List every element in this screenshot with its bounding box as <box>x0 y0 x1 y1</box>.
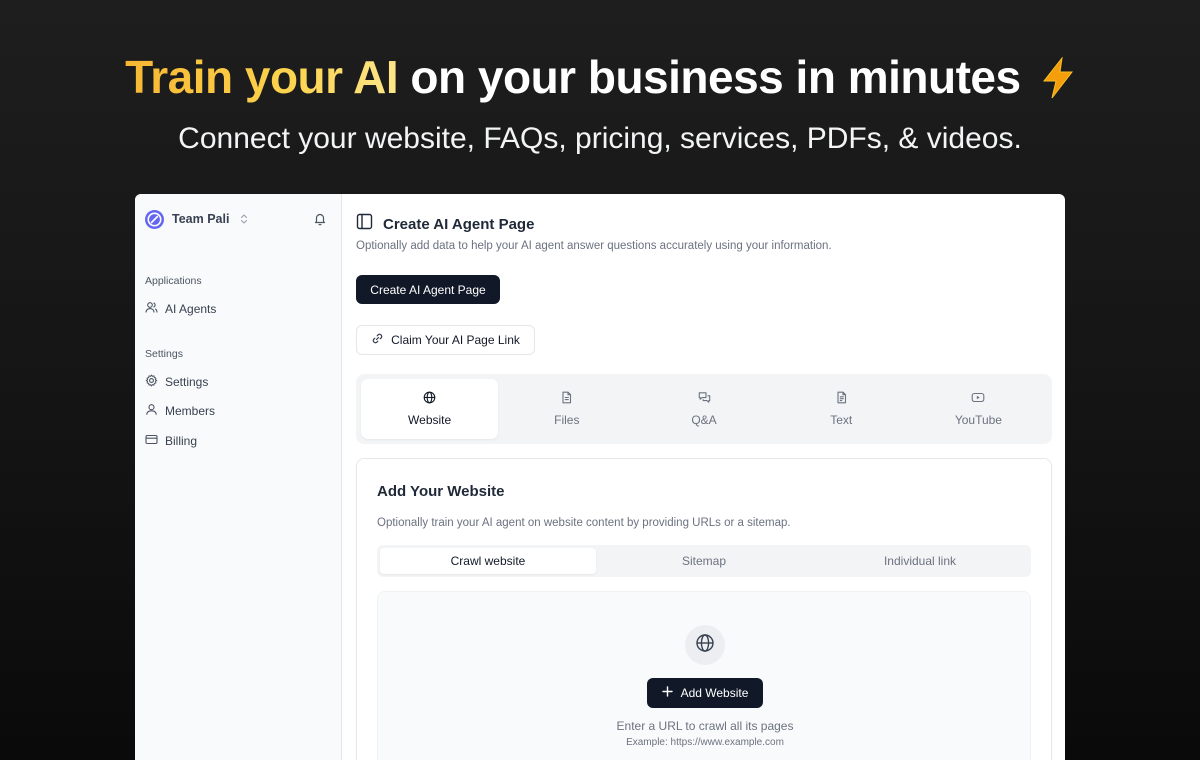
text-file-icon <box>835 391 848 413</box>
create-ai-agent-page-button[interactable]: Create AI Agent Page <box>356 275 500 304</box>
sidebar-group-applications: Applications <box>145 275 202 287</box>
tab-qa[interactable]: Q&A <box>635 379 772 439</box>
subtab-crawl-website[interactable]: Crawl website <box>380 548 596 574</box>
sidebar-item-settings[interactable]: Settings <box>145 374 208 390</box>
website-mode-tabs: Crawl website Sitemap Individual link <box>377 545 1031 577</box>
sidebar-group-settings: Settings <box>145 348 183 360</box>
source-tabs: Website Files Q&A Text YouTube <box>356 374 1052 444</box>
crawl-dropzone: Add Website Enter a URL to crawl all its… <box>377 591 1031 760</box>
youtube-icon <box>971 391 985 413</box>
plus-icon <box>661 686 681 700</box>
sidebar-toggle-icon[interactable] <box>356 213 373 235</box>
sidebar-item-label: Members <box>165 404 216 418</box>
bell-icon[interactable] <box>313 212 327 226</box>
add-website-card: Add Your Website Optionally train your A… <box>356 458 1052 760</box>
crawl-hint: Enter a URL to crawl all its pages <box>616 719 794 733</box>
tab-label: Text <box>830 413 853 427</box>
add-website-label: Add Website <box>680 686 749 700</box>
chevron-up-down-icon <box>239 213 249 225</box>
tab-label: Q&A <box>691 413 717 427</box>
main-content: Create AI Agent Page Optionally add data… <box>342 194 1065 760</box>
subtab-sitemap[interactable]: Sitemap <box>596 548 812 574</box>
team-name: Team Pali <box>172 212 230 226</box>
globe-icon <box>695 633 715 658</box>
credit-card-icon <box>145 433 165 449</box>
sidebar-item-billing[interactable]: Billing <box>145 433 197 449</box>
file-icon <box>560 391 573 413</box>
card-title: Add Your Website <box>377 483 505 500</box>
users-icon <box>145 301 165 317</box>
page-description: Optionally add data to help your AI agen… <box>356 240 832 252</box>
card-description: Optionally train your AI agent on websit… <box>377 517 791 529</box>
chat-icon <box>698 391 711 413</box>
sidebar-item-label: Settings <box>165 375 209 389</box>
subtab-individual-link[interactable]: Individual link <box>812 548 1028 574</box>
sidebar-item-label: AI Agents <box>165 302 217 316</box>
team-logo-icon <box>145 209 164 229</box>
tab-label: Website <box>408 413 452 427</box>
sidebar-item-label: Billing <box>165 434 198 448</box>
crawl-example: Example: https://www.example.com <box>626 737 784 748</box>
claim-button-label: Claim Your AI Page Link <box>391 333 520 347</box>
page-title: Create AI Agent Page <box>383 215 535 233</box>
tab-website[interactable]: Website <box>361 379 499 439</box>
hero-title-accent: Train your AI <box>125 51 399 103</box>
app-window: Team Pali Applications AI Agents Setting… <box>135 194 1065 760</box>
user-icon <box>145 403 165 419</box>
team-switcher[interactable]: Team Pali <box>145 209 327 229</box>
link-icon <box>371 332 391 348</box>
tab-label: Files <box>554 413 580 427</box>
tab-label: YouTube <box>954 413 1002 427</box>
tab-text[interactable]: Text <box>773 379 910 439</box>
claim-ai-page-link-button[interactable]: Claim Your AI Page Link <box>356 325 535 355</box>
sidebar-item-members[interactable]: Members <box>145 403 215 419</box>
sidebar: Team Pali Applications AI Agents Setting… <box>135 194 342 760</box>
hero-title: Train your AI on your business in minute… <box>0 50 1200 110</box>
sidebar-item-ai-agents[interactable]: AI Agents <box>145 301 216 317</box>
gear-icon <box>145 374 165 390</box>
globe-badge <box>685 625 725 665</box>
page-header: Create AI Agent Page <box>356 213 534 235</box>
add-website-button[interactable]: Add Website <box>647 678 763 708</box>
lightning-icon <box>1041 56 1075 110</box>
tab-files[interactable]: Files <box>498 379 635 439</box>
tab-youtube[interactable]: YouTube <box>910 379 1047 439</box>
hero-subtitle: Connect your website, FAQs, pricing, ser… <box>178 122 1022 155</box>
globe-icon <box>423 391 436 413</box>
hero-title-rest: on your business in minutes <box>410 51 1021 103</box>
